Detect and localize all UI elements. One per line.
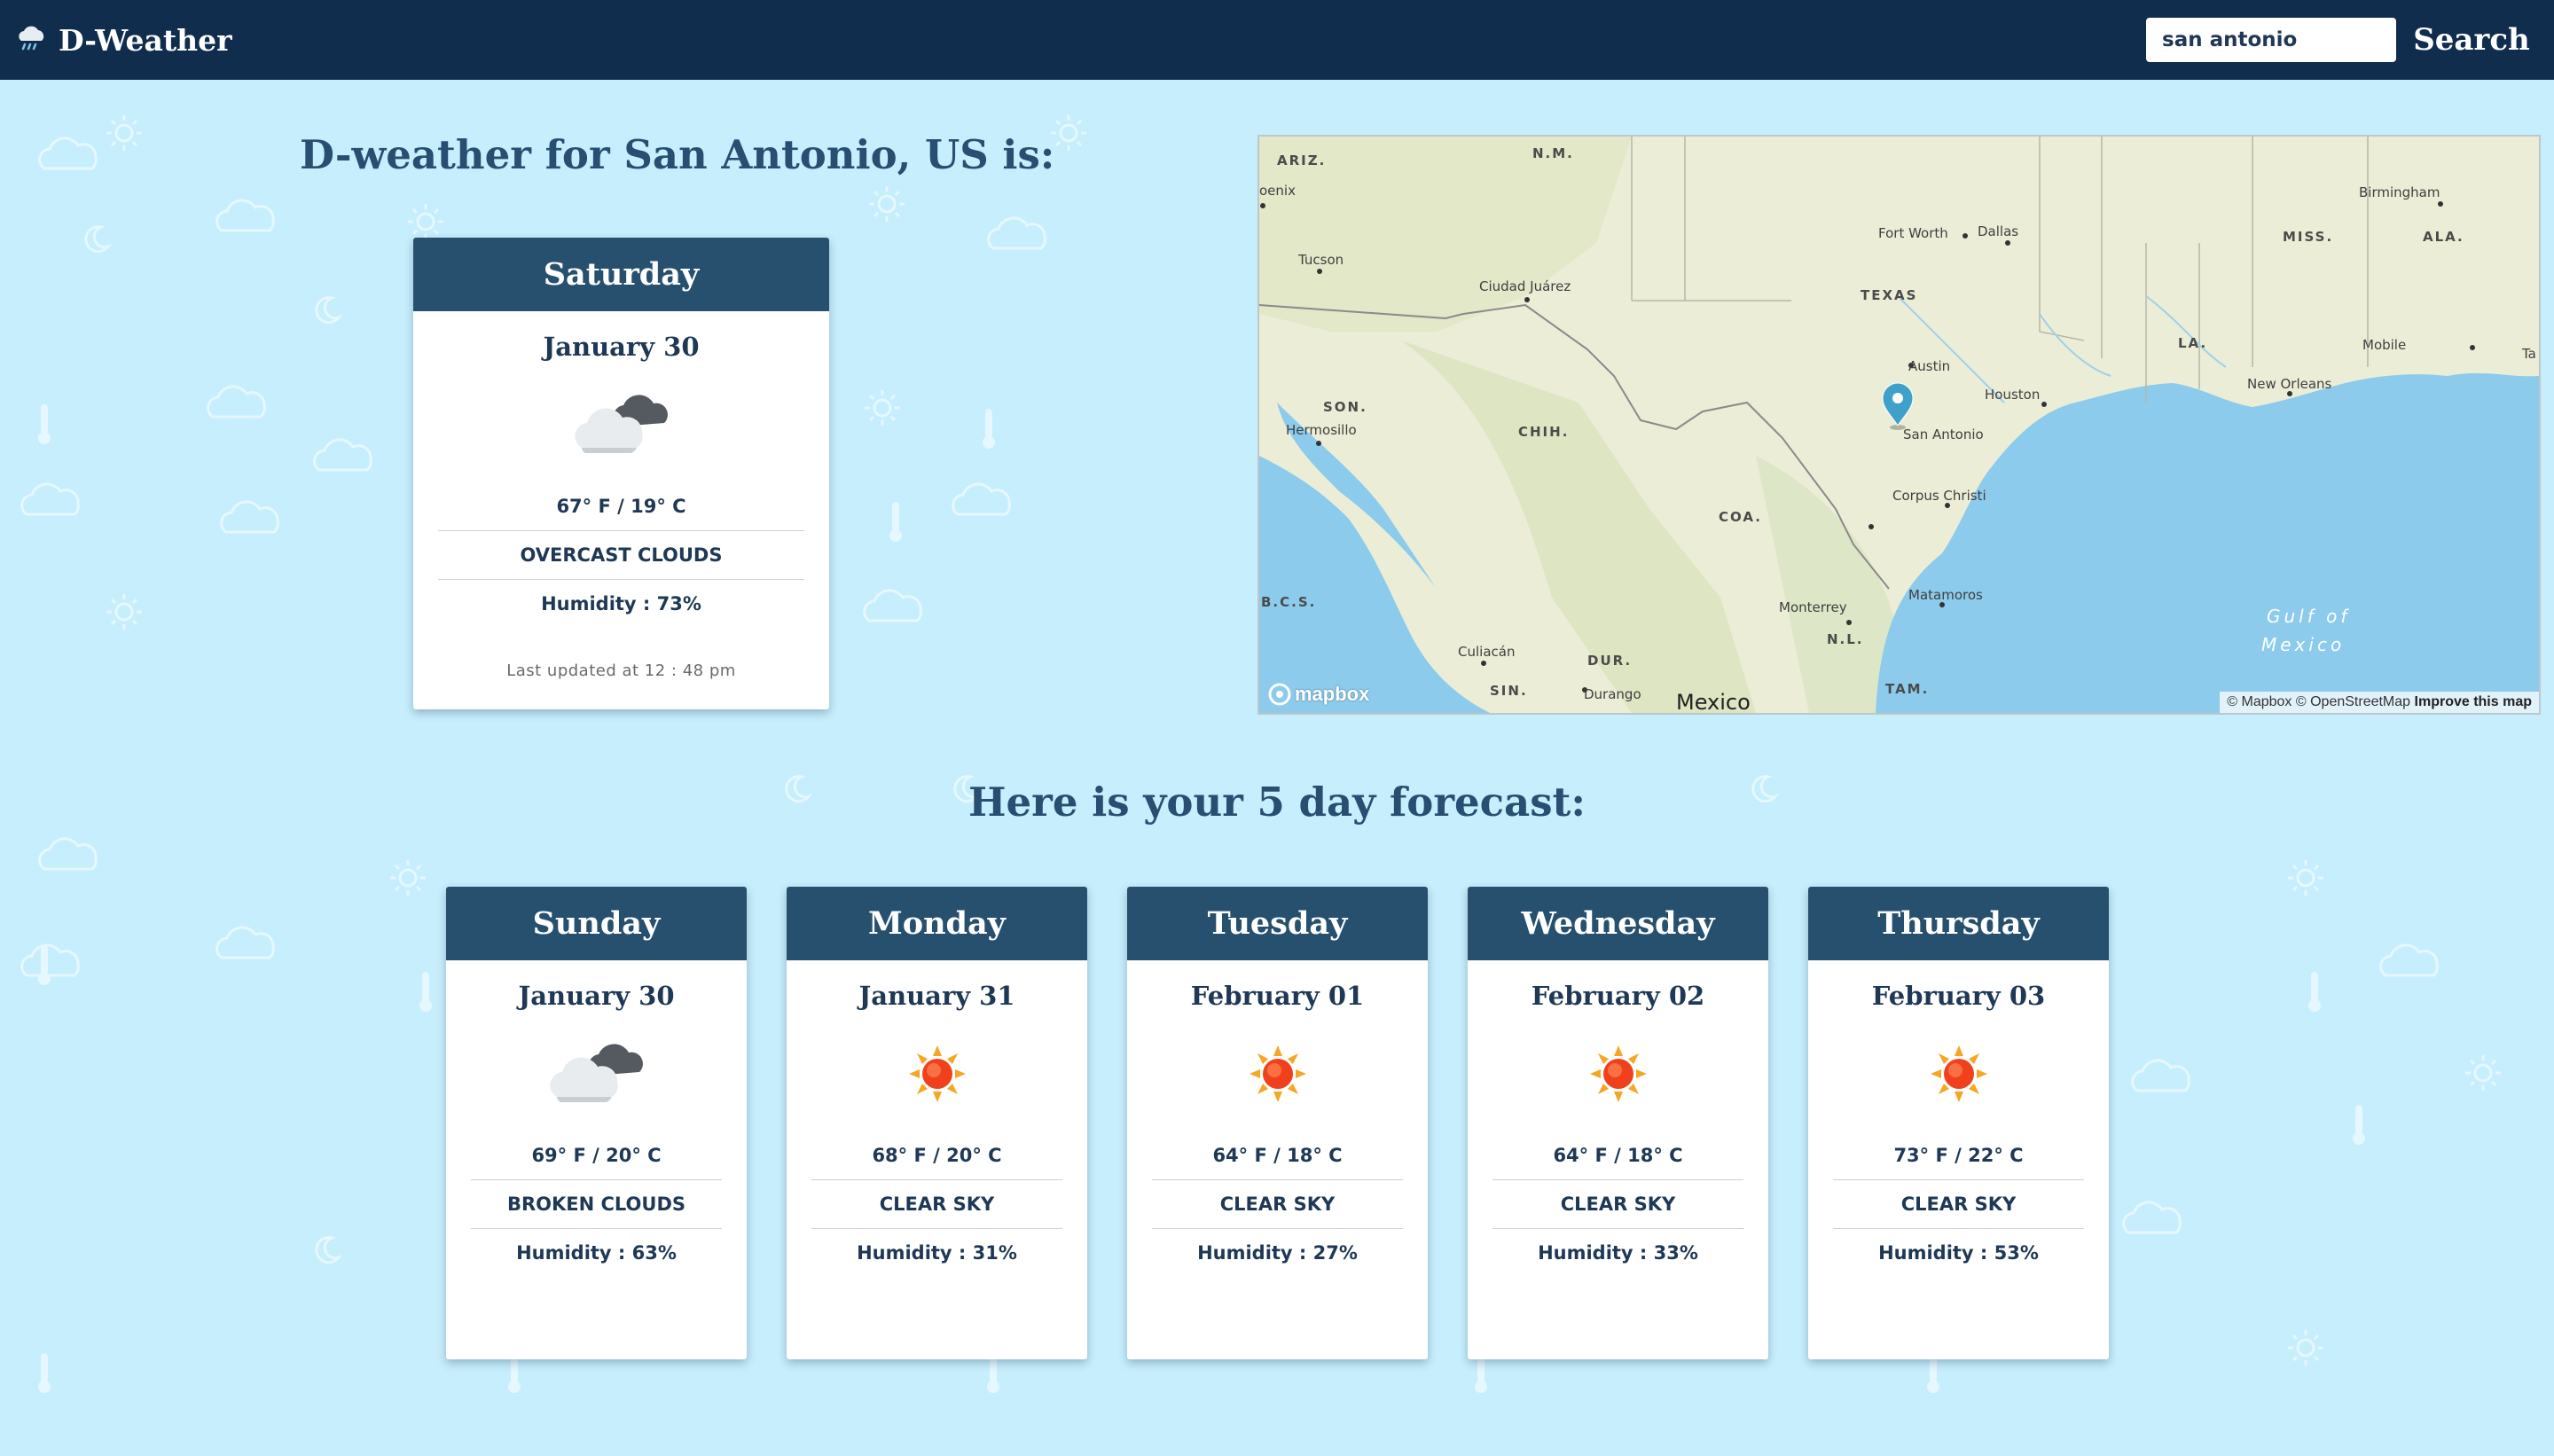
map-label: New Orleans [2247,376,2332,392]
card-description: OVERCAST CLOUDS [438,530,804,579]
map-label: MISS. [2283,229,2333,245]
map-label: Mobile [2362,337,2406,353]
map-label: Birmingham [2359,184,2440,200]
location-map[interactable]: ARIZ. N.M. oenix Tucson Ciudad Juárez Fo… [1257,135,2541,715]
map-marker-label: San Antonio [1903,427,1984,442]
mapbox-logo-icon [1268,683,1291,706]
card-description: CLEAR SKY [1833,1179,2084,1228]
sun-icon [1808,1016,2109,1131]
map-label: COA. [1719,509,1762,525]
card-temperature: 67° F / 19° C [556,496,686,517]
card-description: CLEAR SKY [1152,1179,1403,1228]
card-day: Thursday [1808,887,2109,960]
forecast-card: Sunday January 30 69° F / 20° C BROKEN C… [446,887,747,1359]
map-label: Mexico [1676,690,1751,713]
map-label: Gulf of [2267,606,2350,627]
forecast-card: Wednesday February 02 64° F / 18° C CLEA… [1468,887,1768,1359]
brand-name: D-Weather [59,22,232,58]
map-label: Houston [1985,387,2040,403]
card-date: February 03 [1871,981,2046,1011]
map-label: Ciudad Juárez [1479,278,1571,294]
card-humidity: Humidity : 73% [438,579,804,628]
sun-icon [787,1016,1087,1131]
map-label: oenix [1259,183,1296,199]
map-label: Mexico [2261,634,2345,655]
current-weather-card: Saturday January 30 67° F / 19° C OVERCA… [413,238,829,709]
mapbox-logo-text: mapbox [1295,683,1370,705]
card-date: January 30 [518,981,675,1011]
map-label: Culiacán [1458,644,1515,660]
search-button[interactable]: Search [2405,16,2538,64]
map-label: Austin [1908,358,1950,374]
map-label: Matamoros [1908,587,1983,603]
card-humidity: Humidity : 33% [1492,1228,1743,1277]
forecast-card: Tuesday February 01 64° F / 18° C CLEAR … [1127,887,1428,1359]
forecast-card: Monday January 31 68° F / 20° C CLEAR SK… [787,887,1087,1359]
forecast-heading: Here is your 5 day forecast: [968,779,1586,826]
map-attribution: © Mapbox © OpenStreetMap Improve this ma… [2220,692,2539,713]
map-label: N.M. [1532,145,1574,161]
map-label: Tucson [1297,252,1344,268]
card-temperature: 64° F / 18° C [1212,1145,1343,1166]
card-day: Tuesday [1127,887,1428,960]
card-humidity: Humidity : 53% [1833,1228,2084,1277]
card-date: January 31 [858,981,1015,1011]
current-weather-heading: D-weather for San Antonio, US is: [300,131,1055,178]
map-label: Dallas [1978,223,2018,239]
card-date: January 30 [543,332,700,362]
map-credit-text[interactable]: © Mapbox © OpenStreetMap [2227,694,2410,709]
map-label: SON. [1323,399,1367,415]
sun-icon [1468,1016,1768,1131]
card-humidity: Humidity : 27% [1152,1228,1403,1277]
brand[interactable]: D-Weather [16,0,232,80]
card-description: BROKEN CLOUDS [471,1179,722,1228]
map-label: LA. [2178,335,2207,351]
card-day: Sunday [446,887,747,960]
card-temperature: 64° F / 18° C [1553,1145,1683,1166]
card-day: Monday [787,887,1087,960]
map-label: Fort Worth [1878,225,1948,241]
map-label: B.C.S. [1261,594,1316,610]
map-label: N.L. [1827,631,1864,647]
sun-icon [1127,1016,1428,1131]
card-date: February 02 [1531,981,1705,1011]
map-label: Corpus Christi [1892,488,1986,504]
rain-cloud-icon [16,23,46,57]
map-label: SIN. [1490,683,1528,699]
card-description: CLEAR SKY [811,1179,1062,1228]
map-label: Ta [2521,346,2536,362]
card-humidity: Humidity : 31% [811,1228,1062,1277]
card-last-updated: Last updated at 12 : 48 pm [506,661,736,680]
card-temperature: 73° F / 22° C [1893,1145,2024,1166]
card-temperature: 68° F / 20° C [872,1145,1002,1166]
map-label: ARIZ. [1277,153,1326,168]
map-label: CHIH. [1518,424,1569,440]
broken-clouds-icon [446,1016,747,1131]
navbar: D-Weather Search [0,0,2554,80]
card-humidity: Humidity : 63% [471,1228,722,1277]
card-description: CLEAR SKY [1492,1179,1743,1228]
card-temperature: 69° F / 20° C [531,1145,662,1166]
map-canvas[interactable]: ARIZ. N.M. oenix Tucson Ciudad Juárez Fo… [1259,137,2539,713]
mapbox-logo[interactable]: mapbox [1268,683,1369,706]
map-label: Monterrey [1779,599,1847,615]
improve-map-link[interactable]: Improve this map [2415,694,2532,709]
map-label: DUR. [1587,653,1632,669]
city-search-input[interactable] [2146,18,2396,62]
map-label: TEXAS [1861,287,1917,303]
map-label: TAM. [1885,681,1929,697]
map-label: Hermosillo [1286,422,1357,438]
map-label: ALA. [2423,229,2464,245]
card-day: Wednesday [1468,887,1768,960]
card-date: February 01 [1190,981,1365,1011]
overcast-clouds-icon [413,367,829,482]
card-day: Saturday [413,238,829,311]
forecast-card: Thursday February 03 73° F / 22° C CLEAR… [1808,887,2109,1359]
map-label: Durango [1584,686,1641,702]
